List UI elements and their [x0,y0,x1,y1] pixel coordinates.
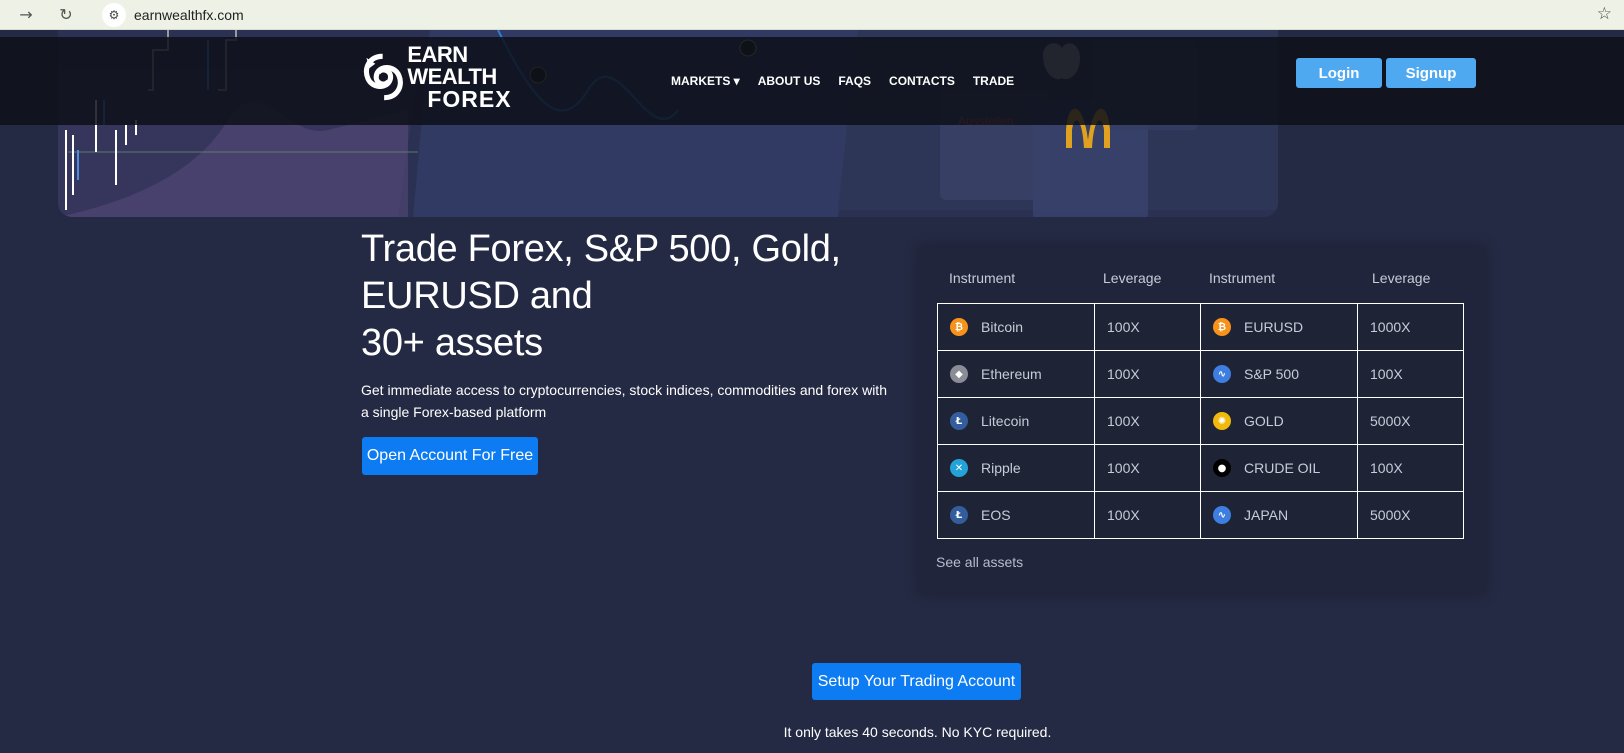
signup-button[interactable]: Signup [1386,58,1476,88]
browser-toolbar: → ↻ ⚙ earnwealthfx.com ☆ [0,0,1624,30]
asset-name: JAPAN [1244,507,1289,523]
asset-name: EOS [981,507,1011,523]
menu-item-markets[interactable]: MARKETS ▾ [671,74,740,88]
site-settings-icon[interactable]: ⚙ [102,2,126,27]
brand-swirl-icon [363,53,403,101]
menu-item-about[interactable]: ABOUT US [758,74,821,88]
menu-item-faqs[interactable]: FAQS [838,74,871,88]
url-text[interactable]: earnwealthfx.com [134,7,244,23]
asset-leverage: 100X [1357,444,1464,492]
asset-name: EURUSD [1244,319,1304,335]
asset-row: ₿ Bitcoin 100X ₿ EURUSD 1000X [937,303,1464,351]
bookmark-star-icon[interactable]: ☆ [1597,4,1612,24]
asset-row: Ł EOS 100X ∿ JAPAN 5000X [937,491,1464,539]
asset-row: Ł Litecoin 100X ✺ GOLD 5000X [937,397,1464,445]
asset-name: Ethereum [981,366,1042,382]
header-leverage-right: Leverage [1372,270,1431,286]
see-all-assets-link[interactable]: See all assets [936,554,1023,570]
header-instrument-right: Instrument [1209,270,1276,286]
menu-item-contacts[interactable]: CONTACTS [889,74,955,88]
asset-name-cell: ◆ Ethereum [937,350,1095,398]
asset-name-cell: Ł Litecoin [937,397,1095,445]
gold-icon: ✺ [1213,412,1231,430]
asset-table-header: Instrument Leverage Instrument Leverage [918,270,1486,290]
asset-leverage: 1000X [1357,303,1464,351]
asset-name: Litecoin [981,413,1030,429]
hero-subtitle: Get immediate access to cryptocurrencies… [361,382,887,420]
asset-name-cell: ₿ Bitcoin [937,303,1095,351]
asset-row: ◆ Ethereum 100X ∿ S&P 500 100X [937,350,1464,398]
asset-name-cell: Ł EOS [937,491,1095,539]
asset-leverage: 5000X [1357,397,1464,445]
asset-leverage: 100X [1094,397,1201,445]
hero-title: Trade Forex, S&P 500, Gold, EURUSD and 3… [361,228,841,364]
asset-leverage: 100X [1094,444,1201,492]
menu-item-trade[interactable]: TRADE [973,74,1014,88]
ripple-icon: ✕ [950,459,968,477]
asset-leverage: 100X [1094,350,1201,398]
asset-name: S&P 500 [1244,366,1300,382]
asset-name-cell: ✕ Ripple [937,444,1095,492]
asset-name: Bitcoin [981,319,1024,335]
header-instrument-left: Instrument [949,270,1016,286]
brand-logo[interactable]: EARN WEALTH FOREX [362,41,522,112]
oil-drop-icon: ● [1213,459,1231,477]
main-menu: MARKETS ▾ ABOUT US FAQS CONTACTS TRADE [671,74,1014,88]
asset-name-cell: ● CRUDE OIL [1200,444,1358,492]
litecoin-icon: Ł [950,412,968,430]
setup-account-button[interactable]: Setup Your Trading Account [812,663,1021,700]
bitcoin-icon: ₿ [950,318,968,336]
asset-name-cell: ✺ GOLD [1200,397,1358,445]
eos-icon: Ł [950,506,968,524]
asset-name: CRUDE OIL [1244,460,1321,476]
asset-leverage: 100X [1357,350,1464,398]
open-account-button[interactable]: Open Account For Free [362,437,538,475]
asset-leverage: 5000X [1357,491,1464,539]
login-button[interactable]: Login [1296,58,1382,88]
ethereum-icon: ◆ [950,365,968,383]
setup-note: It only takes 40 seconds. No KYC require… [783,724,1052,740]
asset-leverage: 100X [1094,303,1201,351]
bitcoin-icon: ₿ [1213,318,1231,336]
trend-chart-icon: ∿ [1213,506,1231,524]
asset-name: Ripple [981,460,1021,476]
asset-name: GOLD [1244,413,1284,429]
forward-icon[interactable]: → [12,1,40,29]
header-leverage-left: Leverage [1103,270,1162,286]
trend-chart-icon: ∿ [1213,365,1231,383]
asset-leverage: 100X [1094,491,1201,539]
brand-name-line2: FOREX [427,85,512,112]
asset-name-cell: ₿ EURUSD [1200,303,1358,351]
reload-icon[interactable]: ↻ [52,1,80,29]
asset-row: ✕ Ripple 100X ● CRUDE OIL 100X [937,444,1464,492]
brand-name-line1: EARN WEALTH [407,41,497,89]
asset-leverage-card: Instrument Leverage Instrument Leverage … [918,246,1486,594]
address-bar[interactable]: ⚙ earnwealthfx.com [102,2,244,28]
asset-name-cell: ∿ S&P 500 [1200,350,1358,398]
asset-table: ₿ Bitcoin 100X ₿ EURUSD 1000X ◆ Ethereum 100X ∿ S&… [937,303,1464,539]
asset-name-cell: ∿ JAPAN [1200,491,1358,539]
